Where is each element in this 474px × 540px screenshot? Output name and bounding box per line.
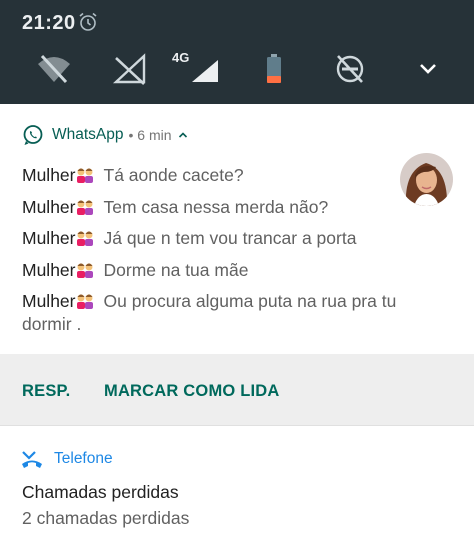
message-line: Mulher Tá aonde cacete? bbox=[22, 160, 402, 192]
message-text: Tem casa nessa merda não? bbox=[103, 196, 329, 217]
message-text: Dorme na tua mãe bbox=[103, 259, 249, 280]
couple-emoji-icon bbox=[76, 162, 94, 183]
notification-header: Telefone bbox=[20, 449, 113, 469]
mobile-data-off-icon[interactable] bbox=[112, 52, 148, 86]
couple-emoji-icon bbox=[76, 225, 94, 246]
signal-4g-icon[interactable] bbox=[184, 52, 220, 86]
missed-call-icon bbox=[22, 451, 42, 468]
couple-emoji-icon bbox=[76, 257, 94, 278]
reply-button[interactable]: RESP. bbox=[22, 382, 70, 401]
do-not-disturb-icon[interactable] bbox=[332, 52, 368, 86]
message-sender: Mulher bbox=[22, 165, 76, 185]
message-sender: Mulher bbox=[22, 259, 76, 280]
message-sender: Mulher bbox=[22, 228, 76, 248]
wifi-off-icon[interactable] bbox=[36, 52, 72, 86]
message-text: Já que n tem vou trancar a porta bbox=[103, 228, 357, 248]
quick-settings-panel: 21:20 4G bbox=[0, 0, 474, 104]
notification-app-name: WhatsApp bbox=[52, 126, 124, 143]
whatsapp-notification[interactable]: WhatsApp • 6 min Mulher Tá aonde cacete? … bbox=[0, 104, 474, 354]
notification-header: WhatsApp • 6 min bbox=[22, 124, 188, 146]
message-line: Mulher Dorme na tua mãe bbox=[22, 255, 402, 287]
message-text: Tá aonde cacete? bbox=[103, 165, 244, 185]
notification-actions: RESP. MARCAR COMO LIDA bbox=[0, 354, 474, 426]
phone-notification[interactable]: Telefone Chamadas perdidas 2 chamadas pe… bbox=[0, 427, 474, 540]
message-list: Mulher Tá aonde cacete? Mulher Tem casa ne… bbox=[22, 160, 402, 336]
collapse-chevron-icon[interactable] bbox=[178, 131, 188, 139]
notification-title: Chamadas perdidas bbox=[22, 482, 179, 502]
message-sender: Mulher bbox=[22, 291, 76, 311]
notification-time: • 6 min bbox=[128, 127, 172, 143]
couple-emoji-icon bbox=[76, 194, 94, 215]
mark-as-read-button[interactable]: MARCAR COMO LIDA bbox=[104, 382, 280, 401]
message-line: Mulher Ou procura alguma puta na rua pra … bbox=[22, 286, 402, 336]
message-line: Mulher Já que n tem vou trancar a porta bbox=[22, 223, 402, 255]
alarm-icon bbox=[79, 12, 97, 31]
battery-low-icon[interactable] bbox=[256, 52, 292, 86]
whatsapp-icon bbox=[23, 125, 43, 145]
message-line: Mulher Tem casa nessa merda não? bbox=[22, 192, 402, 224]
notification-app-name: Telefone bbox=[54, 450, 113, 467]
expand-chevron-icon[interactable] bbox=[410, 52, 446, 86]
notification-text: 2 chamadas perdidas bbox=[22, 508, 190, 528]
couple-emoji-icon bbox=[76, 292, 94, 309]
message-sender: Mulher bbox=[22, 196, 76, 217]
contact-avatar bbox=[400, 153, 453, 206]
clock-time: 21:20 bbox=[22, 12, 76, 34]
